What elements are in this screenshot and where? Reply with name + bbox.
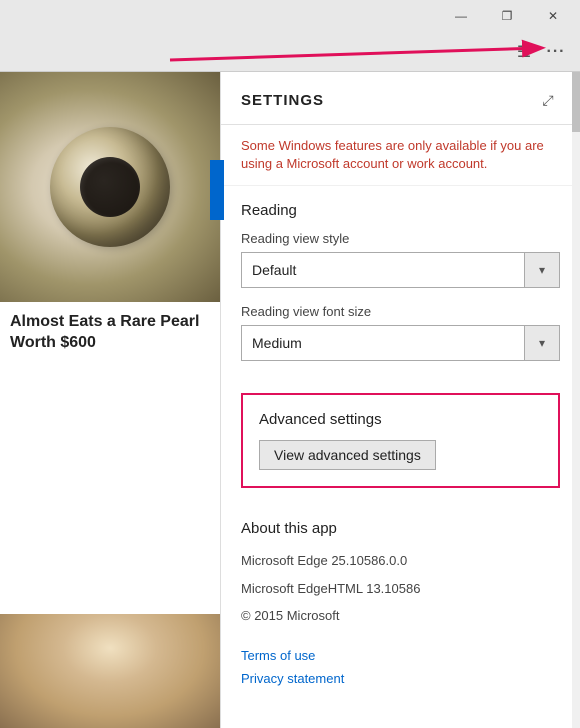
- about-section: About this app Microsoft Edge 25.10586.0…: [221, 504, 580, 709]
- scrollbar-track[interactable]: [572, 72, 580, 728]
- reading-view-font-size-wrapper: Small Medium Large Extra Large ▾: [241, 325, 560, 361]
- about-edge-version: Microsoft Edge 25.10586.0.0: [241, 549, 560, 572]
- about-section-title: About this app: [241, 520, 560, 537]
- browser-toolbar: ☰ ···: [0, 32, 580, 72]
- scrollbar-thumb[interactable]: [572, 72, 580, 132]
- menu-icon: ☰: [517, 42, 531, 62]
- article-image: [0, 72, 220, 302]
- terms-of-use-link[interactable]: Terms of use: [241, 648, 560, 663]
- reading-view-style-label: Reading view style: [241, 231, 560, 246]
- title-bar: — ❐ ✕: [0, 0, 580, 32]
- window-controls: — ❐ ✕: [438, 0, 576, 32]
- reading-section: Reading Reading view style Default Light…: [221, 186, 580, 393]
- article-title: Almost Eats a Rare Pearl Worth $600: [10, 312, 210, 354]
- reading-view-style-select[interactable]: Default Light Dark: [241, 252, 560, 288]
- settings-header: SETTINGS ⤢: [221, 72, 580, 125]
- settings-panel: SETTINGS ⤢ Some Windows features are onl…: [220, 72, 580, 728]
- close-button[interactable]: ✕: [530, 0, 576, 32]
- reading-section-title: Reading: [241, 202, 560, 219]
- bottom-image-area: [0, 614, 220, 728]
- advanced-settings-title: Advanced settings: [259, 411, 542, 428]
- restore-button[interactable]: ❐: [484, 0, 530, 32]
- warning-text: Some Windows features are only available…: [241, 138, 544, 171]
- minimize-button[interactable]: —: [438, 0, 484, 32]
- warning-banner: Some Windows features are only available…: [221, 125, 580, 186]
- article-content: Almost Eats a Rare Pearl Worth $600: [0, 302, 220, 372]
- settings-title: SETTINGS: [241, 92, 324, 109]
- privacy-statement-link[interactable]: Privacy statement: [241, 671, 560, 686]
- advanced-settings-box: Advanced settings View advanced settings: [241, 393, 560, 488]
- face-image: [0, 614, 220, 728]
- about-edgehtml-version: Microsoft EdgeHTML 13.10586: [241, 577, 560, 600]
- blue-indicator: [210, 160, 224, 220]
- popout-button[interactable]: ⤢: [536, 88, 560, 112]
- reading-view-font-size-label: Reading view font size: [241, 304, 560, 319]
- shell-image: [50, 127, 170, 247]
- view-advanced-settings-button[interactable]: View advanced settings: [259, 440, 436, 470]
- popout-icon: ⤢: [542, 92, 553, 109]
- about-copyright: © 2015 Microsoft: [241, 604, 560, 627]
- reading-view-style-wrapper: Default Light Dark ▾: [241, 252, 560, 288]
- more-button[interactable]: ···: [540, 36, 572, 68]
- menu-button[interactable]: ☰: [508, 36, 540, 68]
- shell-inner: [80, 157, 140, 217]
- reading-view-font-size-select[interactable]: Small Medium Large Extra Large: [241, 325, 560, 361]
- more-icon: ···: [547, 43, 566, 61]
